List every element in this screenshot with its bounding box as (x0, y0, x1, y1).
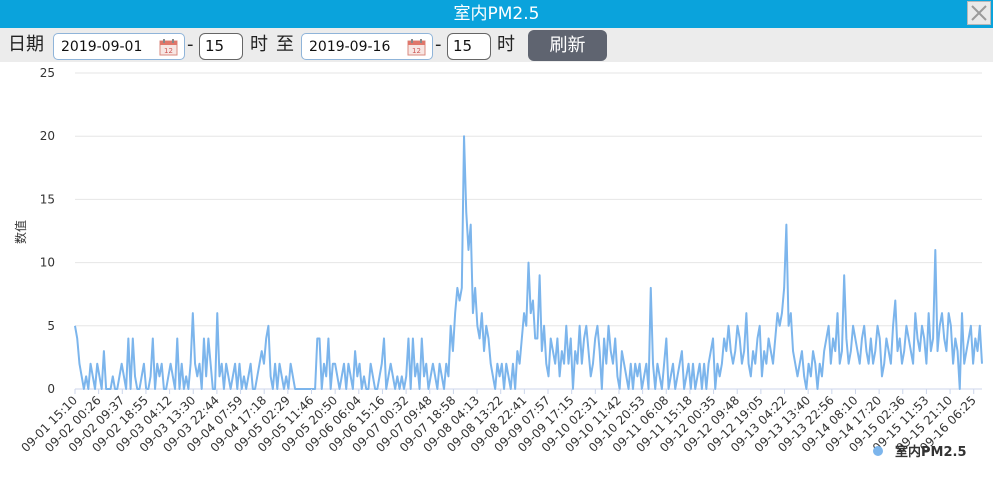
window-title: 室内PM2.5 (453, 4, 540, 24)
hour-label: 时 (250, 34, 268, 55)
filter-toolbar: 日期 2019-09-01 12 - 15 时 至 2019-09-16 12 (0, 28, 993, 62)
dash-separator: - (187, 34, 194, 55)
legend-marker (873, 446, 883, 456)
y-tick-label: 5 (47, 319, 55, 333)
svg-text:12: 12 (412, 47, 421, 55)
y-axis-label: 数值 (13, 220, 28, 244)
chart-svg: 0510152025 数值 09-01 15:1009-02 00:2609-0… (13, 66, 983, 460)
calendar-icon[interactable]: 12 (159, 38, 178, 56)
pm25-chart: 0 5 10 15 20 25 数值 09-01 15:10 09-02 00:26 09-0… (0, 62, 993, 481)
title-bar: 室内PM2.5 (0, 0, 993, 28)
y-tick-label: 20 (40, 129, 55, 143)
y-tick-label: 10 (40, 256, 55, 270)
app-window: 室内PM2.5 日期 2019-09-01 12 - 15 时 至 2019-0… (0, 0, 993, 481)
start-hour-field[interactable]: 15 (199, 33, 243, 60)
y-tick-label: 25 (40, 66, 55, 80)
start-date-field[interactable]: 2019-09-01 12 (53, 33, 185, 60)
svg-text:12: 12 (164, 47, 173, 55)
to-label: 至 (276, 34, 294, 55)
close-icon (971, 5, 987, 21)
date-label: 日期 (8, 34, 44, 55)
end-date-field[interactable]: 2019-09-16 12 (301, 33, 433, 60)
calendar-icon[interactable]: 12 (407, 38, 426, 56)
end-hour-field[interactable]: 15 (447, 33, 491, 60)
legend-label: 室内PM2.5 (895, 444, 967, 460)
start-date-value: 2019-09-01 (61, 38, 143, 55)
hour-label: 时 (497, 34, 515, 55)
end-date-value: 2019-09-16 (309, 38, 391, 55)
dash-separator: - (435, 34, 442, 55)
refresh-button[interactable]: 刷新 (528, 30, 607, 61)
close-button[interactable] (967, 1, 991, 25)
y-tick-label: 15 (40, 192, 55, 206)
y-tick-label: 0 (47, 382, 55, 396)
